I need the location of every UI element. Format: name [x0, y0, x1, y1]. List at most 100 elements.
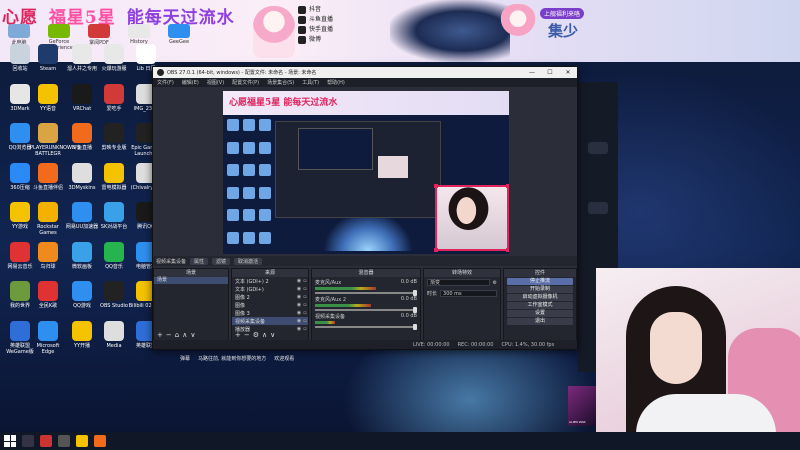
minimize-button[interactable]: —: [523, 69, 541, 76]
mixer-track: 视频采集设备 0.0 dB: [312, 311, 420, 330]
preview-webcam-source[interactable]: [434, 184, 509, 252]
desktop-icon[interactable]: 微软画板: [64, 241, 100, 270]
desktop-icon[interactable]: 鸟归球: [30, 241, 66, 270]
desktop-icon[interactable]: Steam: [30, 44, 66, 72]
lock-icon[interactable]: ▫: [302, 318, 308, 324]
windows-start-icon[interactable]: [4, 435, 16, 447]
desktop-icon[interactable]: Rockstar Games: [30, 202, 66, 236]
duration-input[interactable]: 300 ms: [440, 290, 497, 297]
resize-handle[interactable]: [506, 248, 509, 252]
lock-icon[interactable]: ▫: [302, 302, 308, 308]
desktop-icon[interactable]: 剪映专业版: [96, 123, 132, 151]
menu-tools[interactable]: 工具(T): [302, 79, 319, 86]
resize-handle[interactable]: [434, 248, 438, 252]
menu-help[interactable]: 帮助(H): [327, 79, 345, 86]
task-view-icon[interactable]: [22, 435, 34, 447]
desktop-icon[interactable]: SK对战平台: [96, 202, 132, 230]
scene-item[interactable]: 场景: [154, 277, 228, 284]
streamer-face: [650, 312, 702, 384]
resize-handle[interactable]: [506, 184, 509, 188]
volume-slider[interactable]: [315, 307, 417, 313]
source-item-selected[interactable]: 视频采集设备 ◉ ▫: [232, 317, 308, 325]
studio-mode-button[interactable]: 工作室模式: [507, 302, 573, 309]
background-button[interactable]: [588, 202, 608, 214]
start-recording-button[interactable]: 开始录制: [507, 286, 573, 293]
resize-handle[interactable]: [434, 184, 438, 188]
obs-preview[interactable]: 心愿福星5星 能每天过流水: [223, 91, 509, 254]
preview-desktop-icons: [223, 115, 275, 254]
source-item[interactable]: 图像 2 ◉ ▫: [232, 293, 308, 301]
desktop-icon[interactable]: YY语音: [30, 83, 66, 112]
source-item[interactable]: 文本 (GDI+) ◉ ▫: [232, 285, 308, 293]
settings-button[interactable]: 设置: [507, 310, 573, 317]
desktop-icon[interactable]: 斗鱼直播: [64, 123, 100, 151]
desktop-icon[interactable]: 网易UU加速器: [64, 202, 100, 230]
preview-icon: [227, 186, 239, 199]
preview-icon: [243, 231, 255, 244]
douyu-taskbar-icon[interactable]: [94, 435, 106, 447]
desktop-icon[interactable]: VRChat: [64, 83, 100, 112]
slider-handle[interactable]: [413, 307, 417, 313]
desktop-icon[interactable]: 溜人并之专用: [64, 44, 100, 72]
desktop-icon[interactable]: QQ音乐: [96, 241, 132, 270]
background-button[interactable]: [588, 142, 608, 154]
source-item[interactable]: 图像 3 ◉ ▫: [232, 309, 308, 317]
move-down-icon[interactable]: ∨: [190, 331, 198, 339]
virtual-camera-button[interactable]: 启动虚拟摄像机: [507, 294, 573, 301]
obs-titlebar[interactable]: OBS 27.0.1 (64-bit, windows) - 配置文件: 未命名…: [153, 67, 577, 78]
app-icon: [104, 241, 124, 262]
remove-icon[interactable]: −: [166, 331, 175, 339]
maximize-button[interactable]: ☐: [541, 69, 559, 76]
desktop-icon[interactable]: 3DMyskins: [64, 162, 100, 191]
properties-button[interactable]: 属性: [190, 257, 209, 265]
desktop-icon[interactable]: 斗鱼直播伴侣: [30, 162, 66, 191]
lock-icon[interactable]: ▫: [302, 278, 308, 284]
obs-window[interactable]: OBS 27.0.1 (64-bit, windows) - 配置文件: 未命名…: [152, 66, 578, 350]
transition-select[interactable]: 渐变: [427, 279, 490, 286]
slider-handle[interactable]: [413, 290, 417, 296]
lock-icon[interactable]: ▫: [302, 286, 308, 292]
desktop-icon[interactable]: 火爆玩游服: [96, 44, 132, 72]
desktop-icon[interactable]: OBS Studio: [96, 281, 132, 309]
exit-button[interactable]: 退出: [507, 318, 573, 325]
desktop-icon-label: 斗鱼直播: [71, 145, 92, 151]
desktop-icon[interactable]: YY开播: [64, 320, 100, 349]
desktop-icon[interactable]: 爱吃手: [96, 83, 132, 112]
move-up-icon[interactable]: ∧: [262, 331, 270, 339]
remove-icon[interactable]: −: [244, 331, 253, 339]
desktop-icon[interactable]: 雷电模拟器: [96, 162, 132, 191]
lock-icon[interactable]: ▫: [302, 294, 308, 300]
slider-handle[interactable]: [413, 324, 417, 330]
taskbar-app-icon[interactable]: [40, 435, 52, 447]
add-icon[interactable]: +: [235, 331, 244, 339]
filters-button[interactable]: 滤镜: [212, 257, 231, 265]
source-item[interactable]: 文本 (GDI+) 2 ◉ ▫: [232, 277, 308, 285]
move-down-icon[interactable]: ∨: [270, 331, 278, 339]
add-icon[interactable]: +: [157, 331, 166, 339]
close-button[interactable]: ✕: [559, 69, 577, 76]
gear-icon[interactable]: ⚙: [493, 280, 497, 286]
menu-edit[interactable]: 编辑(E): [182, 79, 199, 86]
desktop-icon-label: PLAYERUNKNOWN'S BATTLEGR: [30, 145, 81, 157]
stop-streaming-button[interactable]: 停止推流: [507, 278, 573, 285]
preview-icon: [243, 209, 255, 221]
menu-file[interactable]: 文件(F): [157, 79, 174, 86]
banner-app[interactable]: GeeGee: [162, 24, 196, 51]
deactivate-button[interactable]: 取消激活: [234, 257, 263, 265]
menu-scene-collection[interactable]: 场景集合(S): [267, 79, 294, 86]
desktop-icon[interactable]: 全民K歌: [30, 281, 66, 309]
menu-profile[interactable]: 配置文件(P): [232, 79, 259, 86]
yy-taskbar-icon[interactable]: [76, 435, 88, 447]
volume-slider[interactable]: [315, 324, 417, 330]
desktop-icon[interactable]: PLAYERUNKNOWN'S BATTLEGR: [30, 123, 81, 157]
nested-preview: [298, 128, 373, 170]
gear-icon[interactable]: ⚙: [253, 331, 262, 339]
desktop-icon[interactable]: Microsoft Edge: [30, 320, 66, 355]
menu-view[interactable]: 视图(V): [207, 79, 224, 86]
desktop-icon[interactable]: Media: [96, 320, 132, 349]
desktop-icon[interactable]: QQ游戏: [64, 281, 100, 309]
volume-slider[interactable]: [315, 290, 417, 296]
lock-icon[interactable]: ▫: [302, 310, 308, 316]
source-item[interactable]: 图像 ◉ ▫: [232, 301, 308, 309]
obs-taskbar-icon[interactable]: [58, 435, 70, 447]
